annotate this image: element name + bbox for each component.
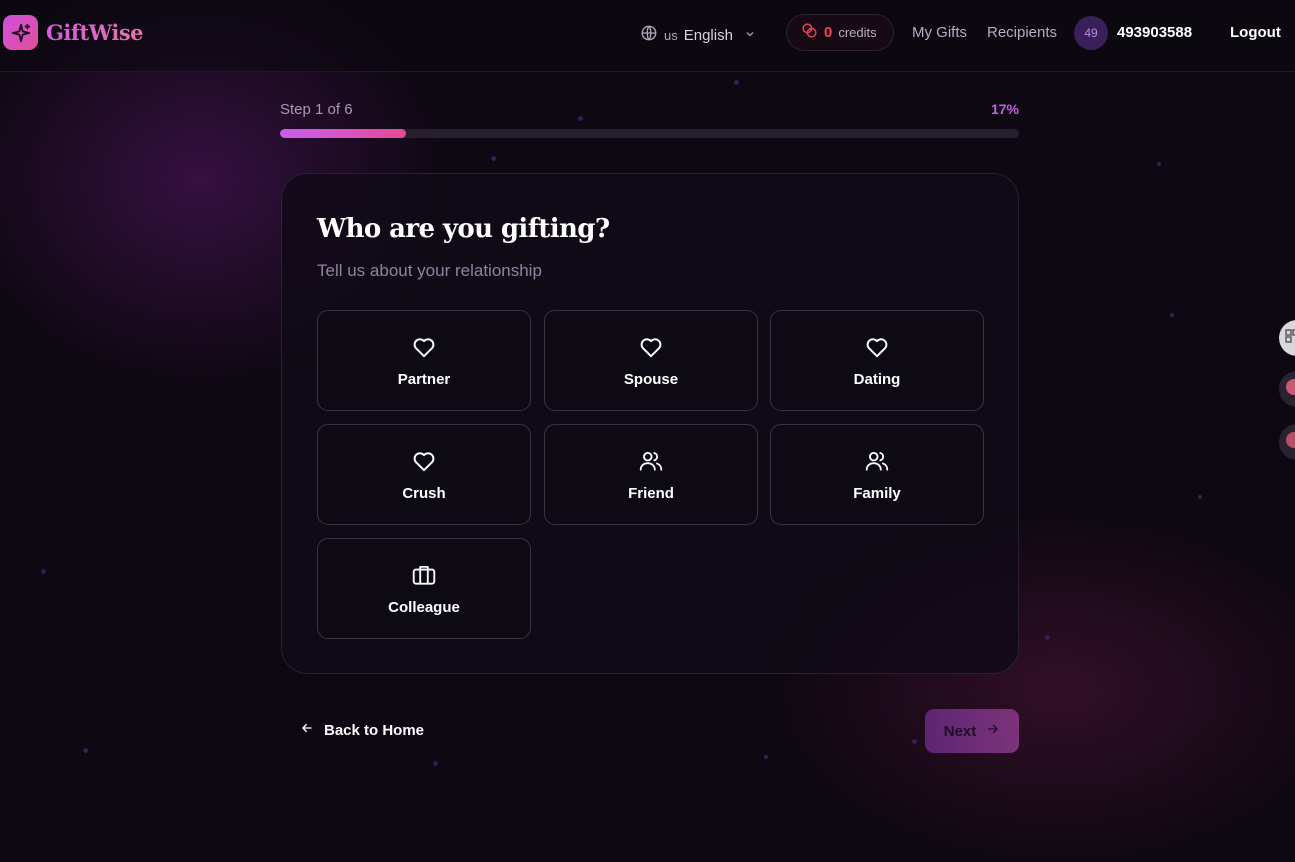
users-icon xyxy=(863,447,891,475)
step-indicator: Step 1 of 6 xyxy=(280,101,353,118)
extension-icon xyxy=(1285,378,1295,401)
next-label: Next xyxy=(943,722,977,740)
nav-recipients[interactable]: Recipients xyxy=(987,24,1057,41)
floating-extension-button[interactable] xyxy=(1279,371,1295,407)
chevron-down-icon xyxy=(745,29,755,42)
floating-qr-button[interactable] xyxy=(1279,320,1295,356)
sparkle-icon xyxy=(3,15,38,50)
question-subtitle: Tell us about your relationship xyxy=(317,261,542,280)
briefcase-icon xyxy=(410,561,438,589)
background-dot xyxy=(491,156,496,161)
brand-logo-link[interactable]: GiftWise xyxy=(3,15,144,50)
option-crush[interactable]: Crush xyxy=(317,424,531,525)
question-card: Who are you gifting? Tell us about your … xyxy=(281,173,1019,674)
background-dot xyxy=(1157,162,1161,166)
background-dot xyxy=(1045,635,1050,640)
progress-bar xyxy=(280,129,1019,138)
option-label: Dating xyxy=(853,371,901,388)
username[interactable]: 493903588 xyxy=(1117,24,1192,41)
progress-percent: 17% xyxy=(990,101,1019,117)
globe-icon xyxy=(640,24,658,46)
arrow-left-icon xyxy=(300,721,314,739)
option-label: Family xyxy=(853,485,901,502)
nav-my-gifts[interactable]: My Gifts xyxy=(912,24,967,41)
language-selector[interactable]: us English xyxy=(640,24,755,46)
option-label: Friend xyxy=(628,485,674,502)
background-dot xyxy=(578,116,583,121)
language-label: English xyxy=(683,26,733,44)
avatar[interactable]: 49 xyxy=(1074,16,1108,50)
top-navigation-bar: GiftWise us English 0 credits My Gifts R… xyxy=(0,0,1295,72)
translate-icon xyxy=(1285,431,1295,454)
option-label: Spouse xyxy=(623,371,679,388)
heart-icon xyxy=(637,333,665,361)
option-partner[interactable]: Partner xyxy=(317,310,531,411)
option-friend[interactable]: Friend xyxy=(544,424,758,525)
background-dot xyxy=(764,755,768,759)
users-icon xyxy=(637,447,665,475)
option-colleague[interactable]: Colleague xyxy=(317,538,531,639)
background-dot xyxy=(1170,313,1174,317)
background-dot xyxy=(1198,495,1202,499)
option-label: Colleague xyxy=(388,599,460,616)
credits-count: 0 xyxy=(824,24,833,41)
heart-icon xyxy=(410,333,438,361)
option-label: Partner xyxy=(397,371,451,388)
back-to-home-label: Back to Home xyxy=(324,721,425,739)
back-to-home-button[interactable]: Back to Home xyxy=(300,721,424,739)
option-dating[interactable]: Dating xyxy=(770,310,984,411)
option-label: Crush xyxy=(402,485,446,502)
logout-button[interactable]: Logout xyxy=(1230,24,1281,41)
heart-icon xyxy=(863,333,891,361)
coins-icon xyxy=(801,22,818,44)
next-button[interactable]: Next xyxy=(925,709,1019,753)
background-dot xyxy=(41,569,46,574)
credits-badge[interactable]: 0 credits xyxy=(786,14,894,51)
language-flag: us xyxy=(664,27,678,43)
progress-bar-fill xyxy=(280,129,406,138)
heart-icon xyxy=(410,447,438,475)
floating-translate-button[interactable] xyxy=(1279,424,1295,460)
background-dot xyxy=(734,80,739,85)
brand-name: GiftWise xyxy=(46,20,144,45)
background-dot xyxy=(83,748,88,753)
grid-icon xyxy=(1285,328,1295,348)
background-dot xyxy=(912,739,917,744)
option-spouse[interactable]: Spouse xyxy=(544,310,758,411)
credits-label: credits xyxy=(838,25,877,40)
arrow-right-icon xyxy=(986,722,1000,740)
question-title: Who are you gifting? xyxy=(317,214,610,244)
option-family[interactable]: Family xyxy=(770,424,984,525)
background-dot xyxy=(433,761,438,766)
